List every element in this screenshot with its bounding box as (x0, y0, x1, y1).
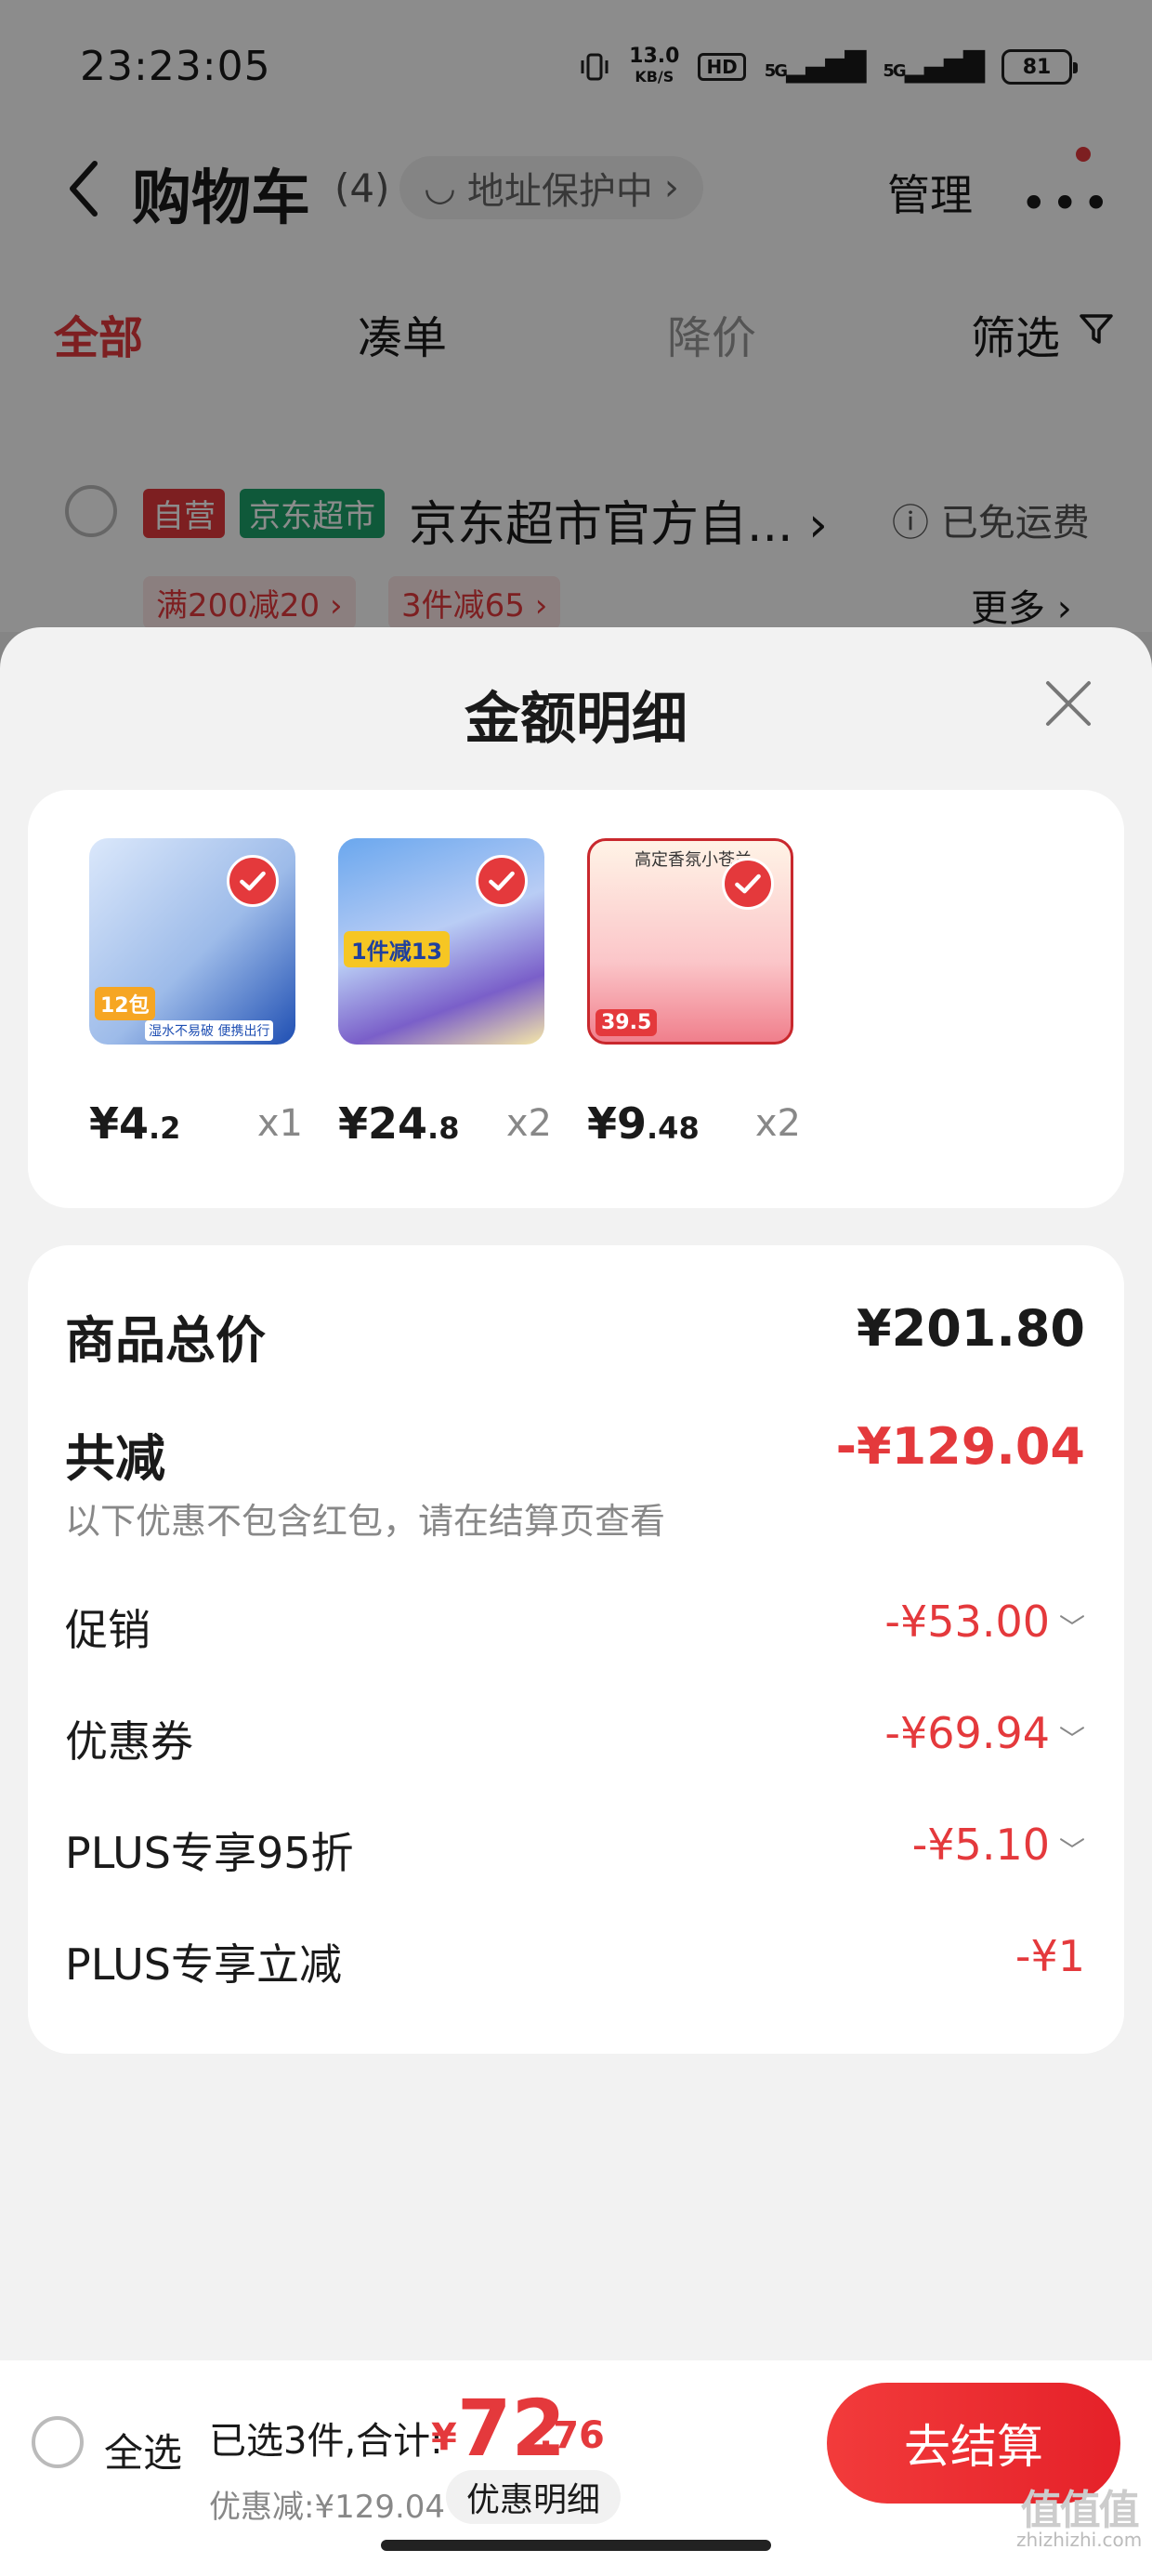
total-currency: ¥ (431, 2416, 457, 2459)
product-badge: 12包 (95, 987, 155, 1020)
select-all-radio[interactable] (32, 2416, 84, 2468)
coupon-label: 优惠券 (65, 1716, 193, 1767)
product-item[interactable]: 1件减13 ¥24.8 x2 (338, 838, 552, 1149)
checked-icon[interactable] (227, 855, 279, 907)
plus-discount-label: PLUS专享95折 (65, 1828, 354, 1878)
chevron-down-icon: ﹀ (1058, 1612, 1085, 1643)
plus-discount-value: -¥5.10 (911, 1820, 1050, 1870)
home-indicator[interactable] (381, 2540, 771, 2551)
price-detail-sheet: 金额明细 12包 湿水不易破 便携出行 ¥4.2 x1 1件减13 ¥24.8 … (0, 627, 1152, 2576)
sheet-title: 金额明细 (465, 687, 687, 752)
product-qty: x2 (505, 1102, 552, 1145)
coupon-row-value[interactable]: -¥69.94 ﹀ (884, 1708, 1085, 1758)
price-summary-card: 商品总价 ¥201.80 共减 -¥129.04 以下优惠不包含红包，请在结算页… (28, 1245, 1124, 2054)
product-image-roll-paper: 1件减13 (338, 838, 544, 1045)
price-int: ¥24 (338, 1098, 428, 1149)
promotion-value: -¥53.00 (884, 1597, 1050, 1647)
goods-total-label: 商品总价 (65, 1311, 266, 1370)
price-dec: .48 (647, 1111, 700, 1146)
discount-summary: 优惠减:¥129.04 (209, 2489, 446, 2526)
price-dec: .8 (427, 1111, 460, 1146)
selected-products-card: 12包 湿水不易破 便携出行 ¥4.2 x1 1件减13 ¥24.8 x2 高定… (28, 790, 1124, 1208)
coupon-value: -¥69.94 (884, 1708, 1050, 1758)
product-price: ¥24.8 (338, 1098, 459, 1149)
product-image-caption: 湿水不易破 便携出行 (145, 1020, 274, 1041)
product-image-laundry-pods: 高定香氛小苍兰 39.5 (587, 838, 793, 1045)
plus-reduce-label: PLUS专享立减 (65, 1939, 342, 1990)
watermark: 值值值 zhizhizhi.com (1016, 2491, 1143, 2552)
product-qty: x2 (754, 1102, 801, 1145)
promotion-row-value[interactable]: -¥53.00 ﹀ (884, 1597, 1085, 1647)
discount-detail-button[interactable]: 优惠明细 (446, 2470, 622, 2524)
price-int: ¥9 (587, 1098, 648, 1149)
product-badge: 1件减13 (344, 931, 451, 967)
product-price: ¥9.48 (587, 1098, 700, 1149)
total-reduce-value: -¥129.04 (835, 1417, 1085, 1476)
reduce-hint: 以下优惠不包含红包，请在结算页查看 (65, 1501, 666, 1542)
product-item[interactable]: 12包 湿水不易破 便携出行 ¥4.2 x1 (89, 838, 303, 1149)
plus-discount-row-value[interactable]: -¥5.10 ﹀ (912, 1820, 1085, 1870)
goods-total-value: ¥201.80 (857, 1299, 1085, 1358)
product-image-tissue: 12包 湿水不易破 便携出行 (89, 838, 295, 1045)
price-int: ¥4 (89, 1098, 150, 1149)
product-badge: 39.5 (596, 1009, 658, 1036)
total-reduce-label: 共减 (65, 1429, 165, 1488)
chevron-down-icon: ﹀ (1058, 1835, 1085, 1866)
close-icon[interactable] (1039, 674, 1098, 733)
product-qty: x1 (256, 1102, 303, 1145)
checked-icon[interactable] (476, 855, 528, 907)
watermark-logo: 值值值 (1020, 2487, 1140, 2534)
select-all-label[interactable]: 全选 (104, 2422, 182, 2478)
checked-icon[interactable] (722, 858, 774, 910)
product-price: ¥4.2 (89, 1098, 180, 1149)
total-amount-dec: .76 (539, 2414, 605, 2457)
selected-count-text: 已选3件,合计: (209, 2420, 443, 2463)
chevron-down-icon: ﹀ (1058, 1724, 1085, 1755)
promotion-label: 促销 (65, 1605, 151, 1655)
checkout-button[interactable]: 去结算 (827, 2383, 1120, 2504)
price-dec: .2 (149, 1111, 181, 1146)
plus-reduce-value: -¥1 (1015, 1931, 1085, 1981)
product-item[interactable]: 高定香氛小苍兰 39.5 ¥9.48 x2 (587, 838, 801, 1149)
watermark-domain: zhizhizhi.com (1016, 2529, 1143, 2551)
